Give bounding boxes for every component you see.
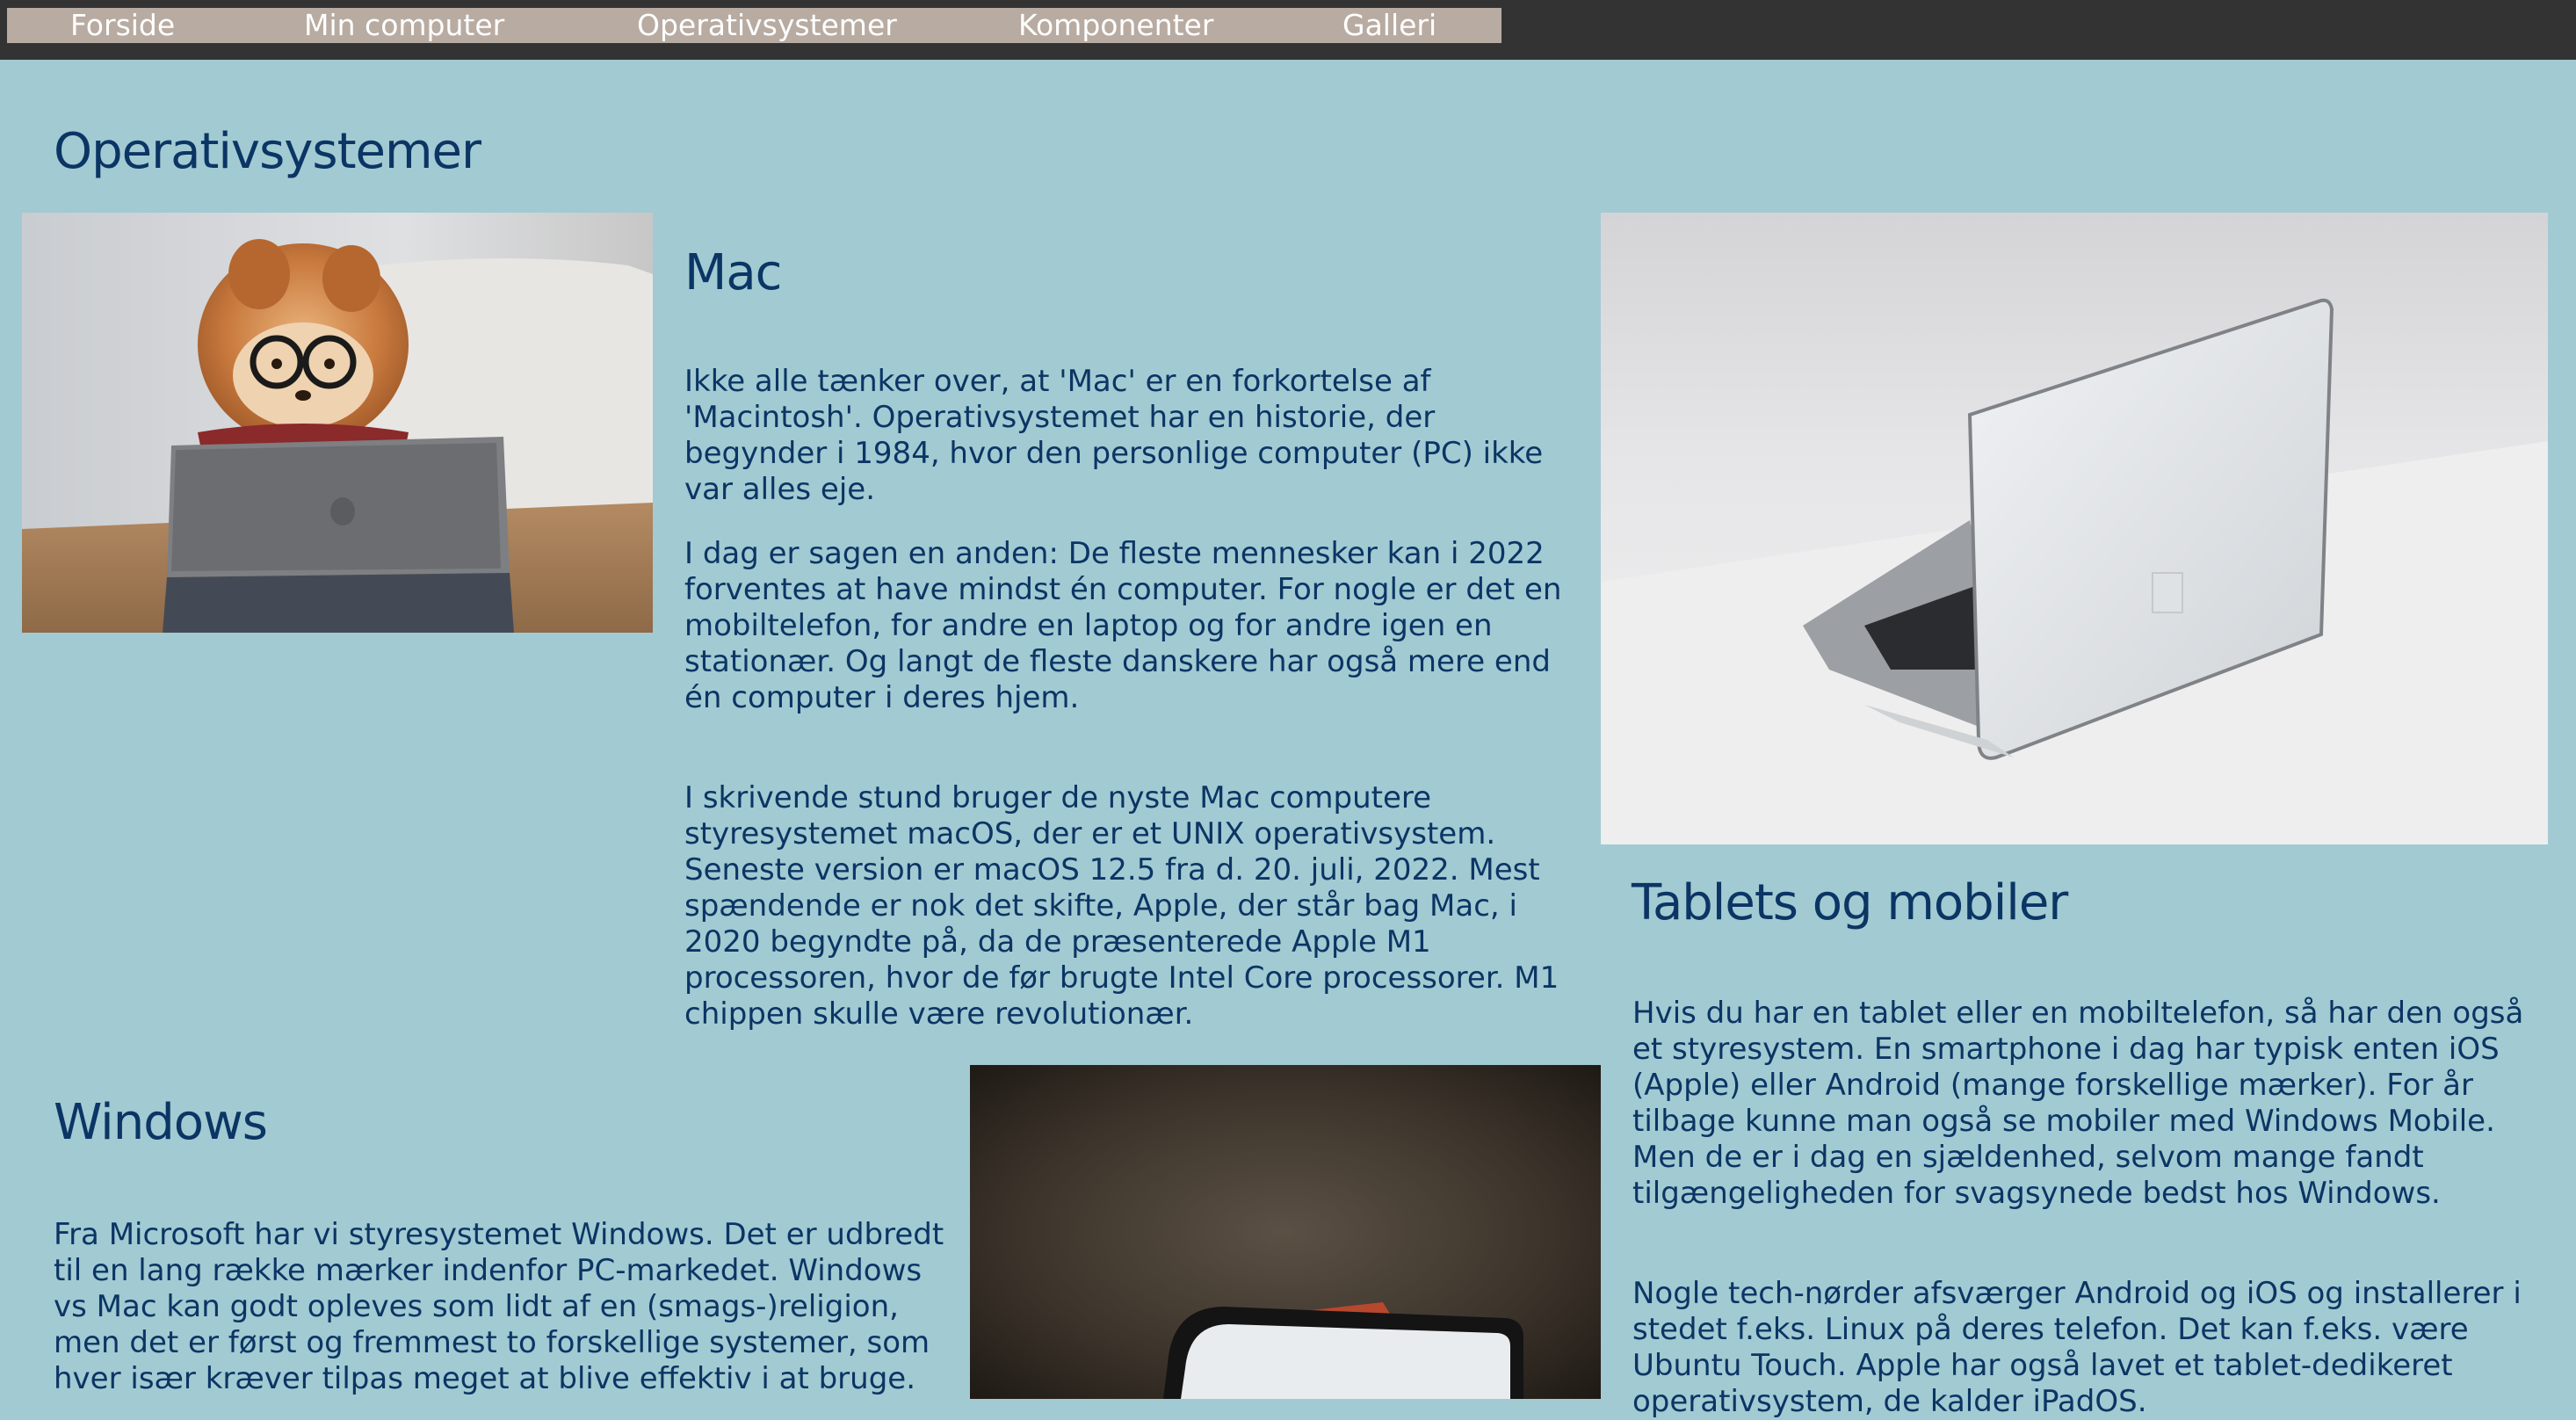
nav-link-forside[interactable]: Forside — [70, 8, 175, 43]
tablet-on-fabric-image — [970, 1065, 1601, 1399]
mac-heading: Mac — [684, 244, 782, 301]
tablets-paragraph-1: Hvis du har en tablet eller en mobiltele… — [1632, 996, 2524, 1211]
nav-link-galleri[interactable]: Galleri — [1342, 8, 1436, 43]
dog-with-tablet-image — [22, 213, 653, 633]
tablets-heading: Tablets og mobiler — [1632, 874, 2068, 931]
nav-link-komponenter[interactable]: Komponenter — [1018, 8, 1213, 43]
page-title: Operativsystemer — [54, 123, 481, 180]
tablet-on-fabric-illustration — [970, 1065, 1601, 1399]
tablets-paragraph-2: Nogle tech-nørder afsværger Android og i… — [1632, 1276, 2522, 1419]
laptop-illustration — [1601, 213, 2548, 844]
nav-link-min-computer[interactable]: Min computer — [304, 8, 504, 43]
windows-paragraph-1: Fra Microsoft har vi styresystemet Windo… — [54, 1217, 944, 1396]
mac-paragraph-3: I skrivende stund bruger de nyste Mac co… — [684, 780, 1559, 1032]
main-nav: Forside Min computer Operativsystemer Ko… — [7, 8, 1501, 43]
mac-paragraph-2: I dag er sagen en anden: De fleste menne… — [684, 536, 1562, 715]
windows-heading: Windows — [54, 1094, 268, 1151]
nav-link-operativsystemer[interactable]: Operativsystemer — [637, 8, 897, 43]
mac-paragraph-1: Ikke alle tænker over, at 'Mac' er en fo… — [684, 364, 1544, 507]
laptop-image — [1601, 213, 2548, 844]
top-bar: Forside Min computer Operativsystemer Ko… — [0, 0, 2576, 60]
dog-with-tablet-illustration — [22, 213, 653, 633]
